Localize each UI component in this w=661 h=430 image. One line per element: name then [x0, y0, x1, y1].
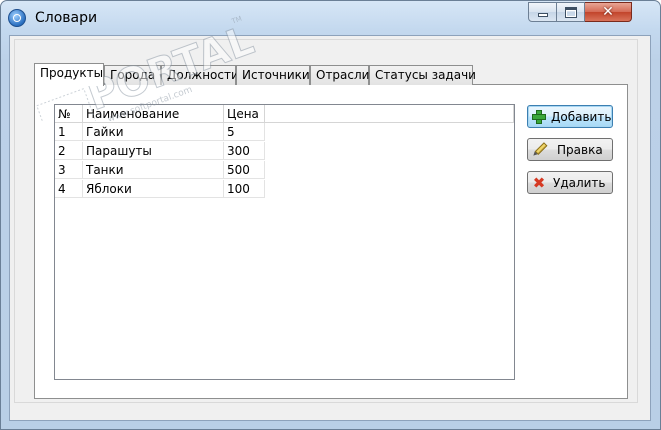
column-header-filler — [265, 105, 514, 123]
tab-positions[interactable]: Должности — [161, 65, 239, 85]
minimize-button[interactable] — [528, 2, 557, 22]
delete-button-label: Удалить — [553, 175, 606, 190]
cell-price[interactable]: 300 — [224, 142, 265, 160]
cell-price[interactable]: 500 — [224, 161, 265, 179]
cell-price[interactable]: 5 — [224, 123, 265, 141]
column-header-name[interactable]: Наименование — [83, 105, 224, 123]
cell-name[interactable]: Парашуты — [83, 142, 224, 160]
tab-cities[interactable]: Города — [104, 65, 161, 85]
tab-task-statuses[interactable]: Статусы задачи — [369, 65, 476, 85]
edit-button[interactable]: Правка — [527, 138, 613, 161]
cell-number[interactable]: 1 — [55, 123, 83, 141]
cell-number[interactable]: 4 — [55, 180, 83, 198]
dictionary-app-icon — [8, 9, 26, 27]
plus-icon — [531, 109, 547, 125]
edit-button-label: Правка — [557, 142, 603, 157]
table-header: № Наименование Цена — [55, 105, 514, 124]
dictionary-window: Словари ✕ Продукты Города Должности Исто… — [0, 0, 661, 430]
minimize-icon — [537, 13, 548, 17]
maximize-icon — [564, 6, 577, 18]
cell-number[interactable]: 3 — [55, 161, 83, 179]
window-title: Словари — [35, 10, 98, 26]
cell-name[interactable]: Гайки — [83, 123, 224, 141]
tab-industries[interactable]: Отрасли — [310, 65, 369, 85]
table-row[interactable]: 1 Гайки 5 — [55, 123, 514, 142]
tab-products[interactable]: Продукты — [34, 63, 104, 86]
close-icon: ✕ — [602, 4, 614, 20]
add-button[interactable]: Добавить — [527, 105, 613, 128]
cell-price[interactable]: 100 — [224, 180, 265, 198]
delete-x-icon: ✖ — [532, 173, 546, 192]
cell-name[interactable]: Танки — [83, 161, 224, 179]
tab-sources[interactable]: Источники — [236, 65, 310, 85]
products-table[interactable]: № Наименование Цена 1 Гайки 5 2 Парашуты… — [54, 104, 515, 380]
cell-name[interactable]: Яблоки — [83, 180, 224, 198]
maximize-button[interactable] — [557, 2, 585, 22]
column-header-number[interactable]: № — [55, 105, 83, 123]
column-header-price[interactable]: Цена — [224, 105, 265, 123]
table-row[interactable]: 3 Танки 500 — [55, 161, 514, 180]
add-button-label: Добавить — [551, 109, 612, 124]
delete-button[interactable]: ✖ Удалить — [527, 171, 613, 194]
pencil-icon — [528, 138, 551, 161]
title-bar[interactable]: Словари ✕ — [1, 1, 660, 35]
cell-number[interactable]: 2 — [55, 142, 83, 160]
table-row[interactable]: 2 Парашуты 300 — [55, 142, 514, 161]
close-button[interactable]: ✕ — [585, 2, 632, 22]
table-row[interactable]: 4 Яблоки 100 — [55, 180, 514, 199]
